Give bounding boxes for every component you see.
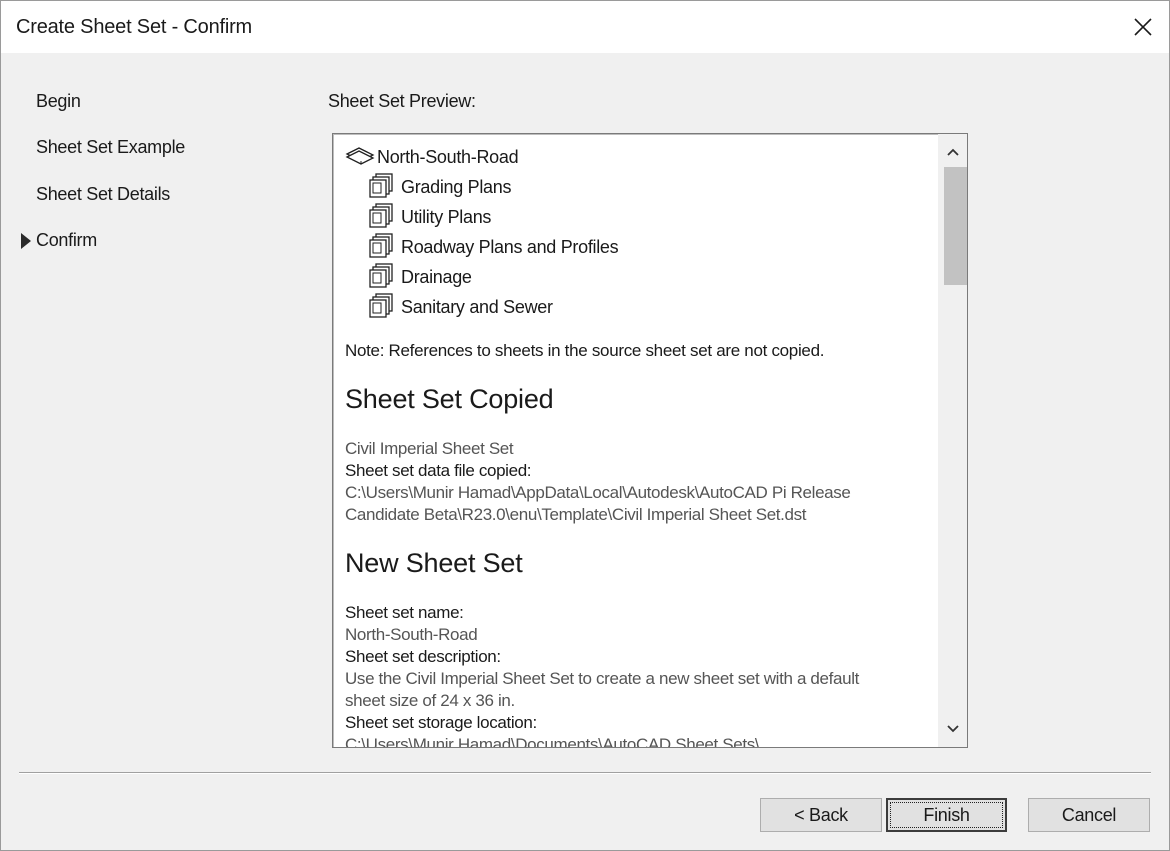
subset-label: Grading Plans bbox=[401, 177, 512, 197]
sheet-set-description-label: Sheet set description: bbox=[345, 647, 501, 666]
cancel-button[interactable]: Cancel bbox=[1028, 798, 1150, 832]
subset-icon bbox=[369, 263, 393, 288]
sheet-set-name-value: North-South-Road bbox=[345, 625, 478, 644]
title-bar: Create Sheet Set - Confirm bbox=[1, 1, 1169, 53]
step-sheet-set-details[interactable]: Sheet Set Details bbox=[21, 182, 261, 208]
source-sheet-set-name: Civil Imperial Sheet Set bbox=[345, 439, 514, 458]
subset-icon bbox=[369, 233, 393, 258]
sheet-set-preview: North-South-Road Grading Plans Utility P… bbox=[332, 133, 968, 748]
subset-label: Drainage bbox=[401, 267, 472, 287]
step-confirm[interactable]: Confirm bbox=[21, 228, 261, 254]
step-label: Sheet Set Example bbox=[36, 137, 185, 157]
sheet-set-name-label: Sheet set name: bbox=[345, 603, 464, 622]
back-button[interactable]: < Back bbox=[760, 798, 882, 832]
storage-location-label: Sheet set storage location: bbox=[345, 713, 537, 732]
data-file-label: Sheet set data file copied: bbox=[345, 461, 532, 480]
storage-location-value: C:\Users\Munir Hamad\Documents\AutoCAD S… bbox=[345, 735, 760, 747]
create-sheet-set-dialog: Create Sheet Set - Confirm Begin Sheet S… bbox=[0, 0, 1170, 851]
scroll-thumb[interactable] bbox=[944, 167, 967, 285]
step-label: Confirm bbox=[36, 230, 97, 250]
scroll-down-button[interactable] bbox=[938, 715, 967, 743]
copy-note: Note: References to sheets in the source… bbox=[345, 341, 825, 360]
step-begin[interactable]: Begin bbox=[21, 89, 261, 115]
finish-button[interactable]: Finish bbox=[886, 798, 1007, 832]
heading-new-sheet-set: New Sheet Set bbox=[345, 548, 523, 578]
step-label: Begin bbox=[36, 91, 81, 111]
preview-label: Sheet Set Preview: bbox=[328, 91, 476, 111]
sheet-set-icon bbox=[345, 147, 375, 165]
footer-separator bbox=[19, 772, 1151, 774]
chevron-down-icon bbox=[946, 725, 959, 733]
chevron-up-icon bbox=[946, 148, 959, 156]
data-file-path-line-2: Candidate Beta\R23.0\enu\Template\Civil … bbox=[345, 505, 807, 524]
sheet-set-description-line-2: sheet size of 24 x 36 in. bbox=[345, 691, 515, 710]
subset-label: Roadway Plans and Profiles bbox=[401, 237, 619, 257]
step-label: Sheet Set Details bbox=[36, 184, 170, 204]
subset-icon bbox=[369, 293, 393, 318]
current-step-arrow-icon bbox=[21, 233, 31, 249]
scroll-up-button[interactable] bbox=[938, 138, 967, 166]
heading-sheet-set-copied: Sheet Set Copied bbox=[345, 384, 554, 414]
subset-label: Sanitary and Sewer bbox=[401, 297, 553, 317]
step-sheet-set-example[interactable]: Sheet Set Example bbox=[21, 135, 261, 161]
sheet-set-description-line-1: Use the Civil Imperial Sheet Set to crea… bbox=[345, 669, 860, 688]
close-icon bbox=[1134, 18, 1152, 36]
tree-root-label: North-South-Road bbox=[377, 147, 519, 167]
subset-icon bbox=[369, 203, 393, 228]
dialog-title: Create Sheet Set - Confirm bbox=[16, 16, 253, 38]
preview-content: North-South-Road Grading Plans Utility P… bbox=[333, 134, 938, 747]
data-file-path-line-1: C:\Users\Munir Hamad\AppData\Local\Autod… bbox=[345, 483, 851, 502]
subset-label: Utility Plans bbox=[401, 207, 492, 227]
subset-icon bbox=[369, 173, 393, 198]
vertical-scrollbar[interactable] bbox=[938, 134, 967, 747]
close-button[interactable] bbox=[1123, 7, 1163, 47]
